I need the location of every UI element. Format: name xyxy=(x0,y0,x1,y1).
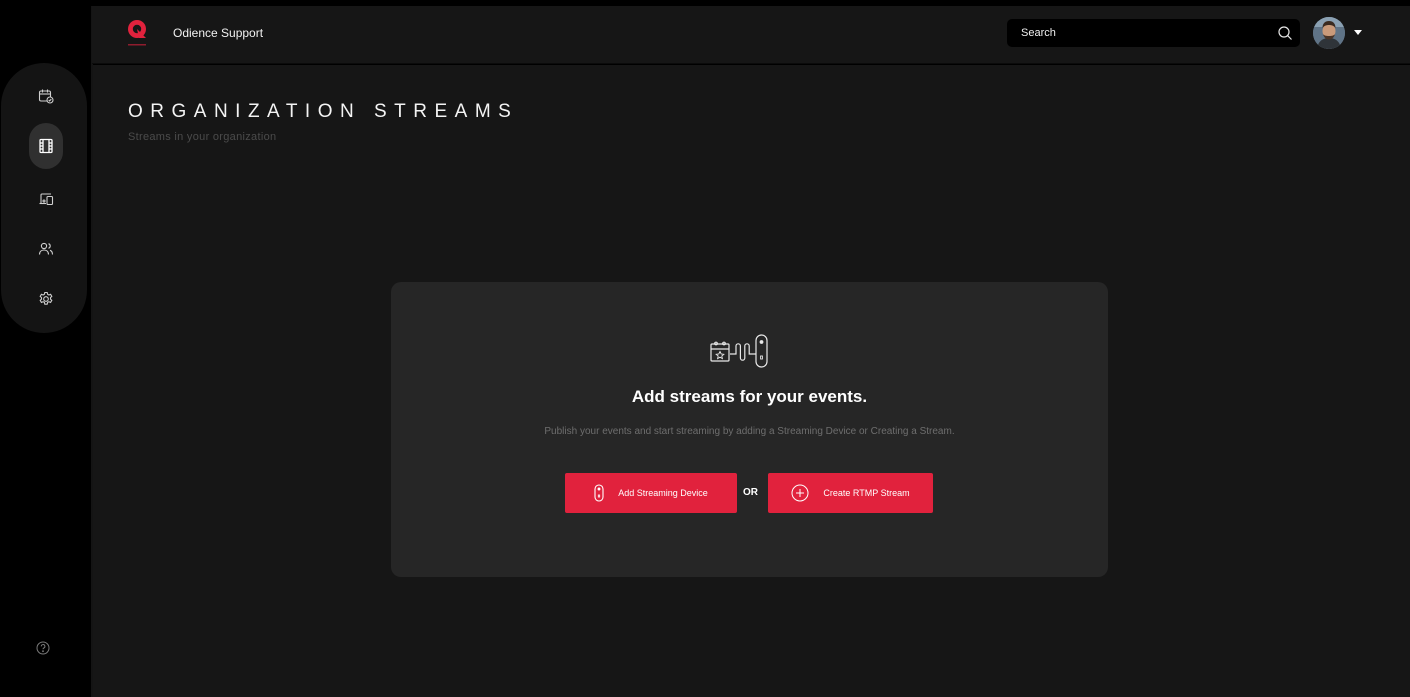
brand-name[interactable]: Odience Support xyxy=(173,26,263,40)
top-bar: Odience Support xyxy=(92,6,1410,64)
streaming-device-icon xyxy=(594,484,604,502)
devices-icon xyxy=(39,193,54,206)
avatar-image xyxy=(1313,17,1345,49)
settings-icon xyxy=(39,291,53,305)
calendar-check-icon xyxy=(38,89,54,104)
search-box[interactable] xyxy=(1007,19,1300,47)
or-separator: OR xyxy=(743,487,758,498)
page-title: ORGANIZATION STREAMS xyxy=(128,101,519,122)
sidebar-item-devices[interactable] xyxy=(30,183,62,215)
sidebar-nav xyxy=(1,63,87,333)
search-input[interactable] xyxy=(1007,19,1300,47)
create-rtmp-stream-button[interactable]: Create RTMP Stream xyxy=(768,473,933,513)
user-avatar[interactable] xyxy=(1313,17,1345,49)
stream-device-illustration-icon xyxy=(710,334,768,368)
add-streaming-device-label: Add Streaming Device xyxy=(618,488,708,498)
empty-state-card: Add streams for your events. Publish you… xyxy=(391,282,1108,577)
plus-circle-icon xyxy=(791,484,809,502)
users-icon xyxy=(38,242,54,255)
chevron-down-icon[interactable] xyxy=(1354,30,1362,36)
main-content: ORGANIZATION STREAMS Streams in your org… xyxy=(93,65,1410,697)
sidebar-item-settings[interactable] xyxy=(30,283,62,315)
page-subtitle: Streams in your organization xyxy=(128,131,277,143)
sidebar-item-streams[interactable] xyxy=(29,123,63,169)
odience-logo[interactable] xyxy=(126,18,148,48)
create-rtmp-stream-label: Create RTMP Stream xyxy=(823,488,910,498)
add-streaming-device-button[interactable]: Add Streaming Device xyxy=(565,473,737,513)
search-icon[interactable] xyxy=(1277,25,1293,41)
empty-state-description: Publish your events and start streaming … xyxy=(544,426,955,437)
empty-state-title: Add streams for your events. xyxy=(631,387,868,406)
film-icon xyxy=(39,138,53,154)
sidebar-item-events[interactable] xyxy=(30,80,62,112)
app-root: Odience Support ORGANIZATION STREAMS Str… xyxy=(0,0,1410,697)
sidebar-item-users[interactable] xyxy=(30,233,62,265)
help-icon[interactable] xyxy=(36,641,50,655)
